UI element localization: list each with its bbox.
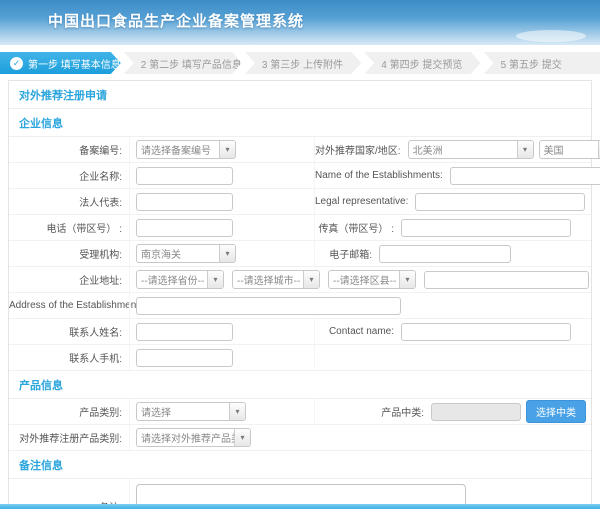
- row-contact-mobile: 联系人手机:: [9, 345, 591, 371]
- legal-person-label: 法人代表:: [9, 194, 129, 209]
- contact-name-cn-input[interactable]: [136, 323, 233, 341]
- fax-input[interactable]: [401, 219, 571, 237]
- chevron-down-icon: ▾: [219, 245, 235, 262]
- establishment-address-label: Address of the Establishments:: [9, 300, 129, 311]
- establishment-name-label: Name of the Establishments:: [314, 163, 450, 188]
- row-company-name: 企业名称: Name of the Establishments:: [9, 163, 591, 189]
- establishment-address-input[interactable]: [136, 297, 401, 315]
- company-name-input[interactable]: [136, 167, 233, 185]
- row-contact-name: 联系人姓名: Contact name:: [9, 319, 591, 345]
- legal-representative-label: Legal representative:: [314, 189, 415, 214]
- chevron-down-icon: ▾: [229, 403, 245, 420]
- step-1-basic-info[interactable]: ✓ 第一步 填写基本信息: [0, 52, 121, 74]
- step-label: 3 第三步 上传附件: [262, 56, 343, 71]
- step-label: 2 第二步 填写产品信息: [141, 56, 242, 71]
- row-establishment-address: Address of the Establishments:: [9, 293, 591, 319]
- phone-label: 电话（带区号） :: [9, 220, 129, 235]
- country-select[interactable]: 美国 ▾: [539, 140, 600, 159]
- product-category-select[interactable]: 请选择 ▾: [136, 402, 246, 421]
- product-mid-category-input: [431, 403, 521, 421]
- district-select[interactable]: --请选择区县-- ▾: [328, 270, 416, 289]
- contact-name-en-input[interactable]: [401, 323, 571, 341]
- rec-country-label: 对外推荐国家/地区:: [314, 137, 408, 162]
- contact-name-en-label: Contact name:: [314, 319, 401, 344]
- email-label: 电子邮箱:: [314, 241, 379, 266]
- step-label: 第一步 填写基本信息: [28, 56, 121, 71]
- company-address-label: 企业地址:: [9, 272, 129, 287]
- contact-mobile-input[interactable]: [136, 349, 233, 367]
- step-2-product-info[interactable]: 2 第二步 填写产品信息: [124, 52, 242, 74]
- section-remark-info: 备注信息: [9, 451, 591, 479]
- establishment-name-input[interactable]: [450, 167, 600, 185]
- product-mid-category-label: 产品中类:: [314, 399, 431, 424]
- cloud-decoration: [516, 30, 586, 42]
- app-title: 中国出口食品生产企业备案管理系统: [48, 10, 304, 31]
- chevron-down-icon: ▾: [517, 141, 533, 158]
- row-rec-product-category: 对外推荐注册产品类别: 请选择对外推荐产品类别 ▾: [9, 425, 591, 451]
- app-header: 中国出口食品生产企业备案管理系统: [0, 0, 600, 45]
- accept-org-label: 受理机构:: [9, 246, 129, 261]
- product-category-label: 产品类别:: [9, 404, 129, 419]
- chevron-down-icon: ▾: [207, 271, 223, 288]
- section-product-info: 产品信息: [9, 371, 591, 399]
- chevron-down-icon: ▾: [399, 271, 415, 288]
- phone-input[interactable]: [136, 219, 233, 237]
- step-wizard: ✓ 第一步 填写基本信息 2 第二步 填写产品信息 3 第三步 上传附件 4 第…: [0, 52, 600, 74]
- accept-org-select[interactable]: 南京海关 ▾: [136, 244, 236, 263]
- fax-label: 传真（带区号） :: [314, 215, 401, 240]
- row-record-no-country: 备案编号: 请选择备案编号 ▾ 对外推荐国家/地区: 北美洲 ▾ 美国 ▾: [9, 137, 591, 163]
- step-label: 4 第四步 提交预览: [381, 56, 462, 71]
- address-detail-input[interactable]: [424, 271, 589, 289]
- contact-name-cn-label: 联系人姓名:: [9, 324, 129, 339]
- step-label: 5 第五步 提交: [501, 56, 562, 71]
- step-4-submit-preview[interactable]: 4 第四步 提交预览: [364, 52, 480, 74]
- chevron-down-icon: ▾: [303, 271, 319, 288]
- rec-product-category-label: 对外推荐注册产品类别:: [9, 430, 129, 445]
- chevron-down-icon: ▾: [219, 141, 235, 158]
- record-no-select[interactable]: 请选择备案编号 ▾: [136, 140, 236, 159]
- contact-mobile-label: 联系人手机:: [9, 350, 129, 365]
- continent-select[interactable]: 北美洲 ▾: [408, 140, 534, 159]
- form-title: 对外推荐注册申请: [9, 81, 591, 109]
- row-product-category: 产品类别: 请选择 ▾ 产品中类: 选择中类: [9, 399, 591, 425]
- chevron-down-icon: ▾: [234, 429, 250, 446]
- check-icon: ✓: [10, 57, 23, 70]
- row-legal-person: 法人代表: Legal representative:: [9, 189, 591, 215]
- legal-person-input[interactable]: [136, 193, 233, 211]
- company-name-label: 企业名称:: [9, 168, 129, 183]
- row-phone-fax: 电话（带区号） : 传真（带区号） :: [9, 215, 591, 241]
- email-input[interactable]: [379, 245, 511, 263]
- record-no-label: 备案编号:: [9, 142, 129, 157]
- row-company-address: 企业地址: --请选择省份-- ▾ --请选择城市-- ▾ --请选择区县-- …: [9, 267, 591, 293]
- row-org-email: 受理机构: 南京海关 ▾ 电子邮箱:: [9, 241, 591, 267]
- province-select[interactable]: --请选择省份-- ▾: [136, 270, 224, 289]
- rec-product-category-select[interactable]: 请选择对外推荐产品类别 ▾: [136, 428, 251, 447]
- step-3-upload-attachments[interactable]: 3 第三步 上传附件: [245, 52, 361, 74]
- step-5-submit[interactable]: 5 第五步 提交: [484, 52, 600, 74]
- section-company-info: 企业信息: [9, 109, 591, 137]
- city-select[interactable]: --请选择城市-- ▾: [232, 270, 320, 289]
- bottom-accent-bar: [0, 504, 600, 509]
- select-mid-category-button[interactable]: 选择中类: [526, 400, 586, 423]
- legal-representative-input[interactable]: [415, 193, 585, 211]
- registration-form: 对外推荐注册申请 企业信息 备案编号: 请选择备案编号 ▾ 对外推荐国家/地区:…: [8, 80, 592, 509]
